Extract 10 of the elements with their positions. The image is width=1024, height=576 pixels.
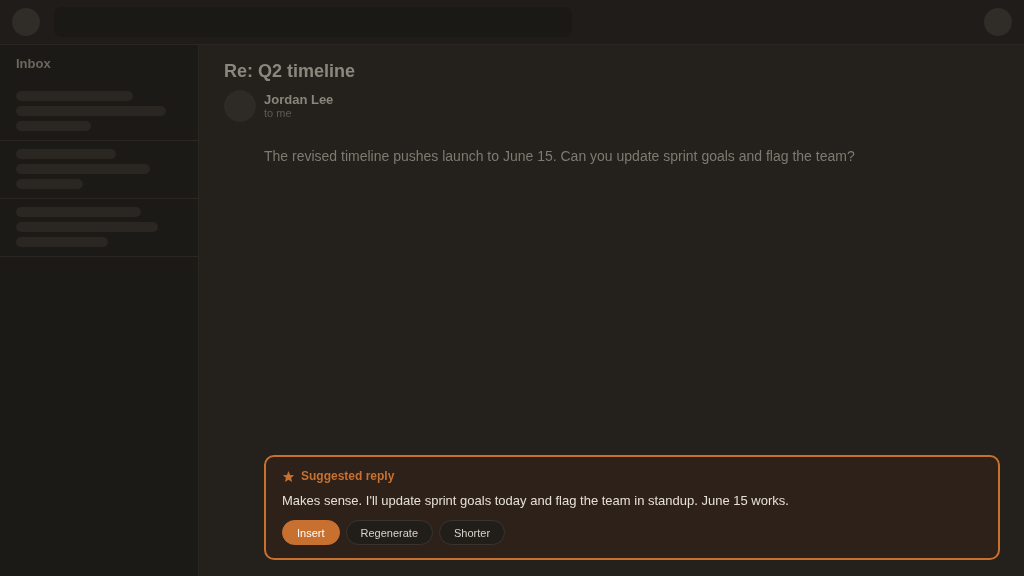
star-icon [282, 469, 295, 483]
action-button[interactable]: Shorter [439, 520, 506, 545]
email-subject: Re: Q2 timeline [224, 61, 357, 82]
sender-name: Jordan Lee [264, 92, 334, 107]
action-button[interactable]: Regenerate [345, 520, 433, 545]
action-button[interactable]: Insert [282, 520, 340, 545]
sidebar-title: Inbox [15, 55, 52, 73]
suggested-reply-text: Makes sense. I'll update sprint goals today and flag the team in standup. June 15 works. [282, 493, 790, 508]
email-body: The revised timeline pushes launch to June 15. Can you update sprint goals and flag the team? [264, 148, 856, 164]
suggestion-title: Suggested reply [301, 469, 395, 483]
